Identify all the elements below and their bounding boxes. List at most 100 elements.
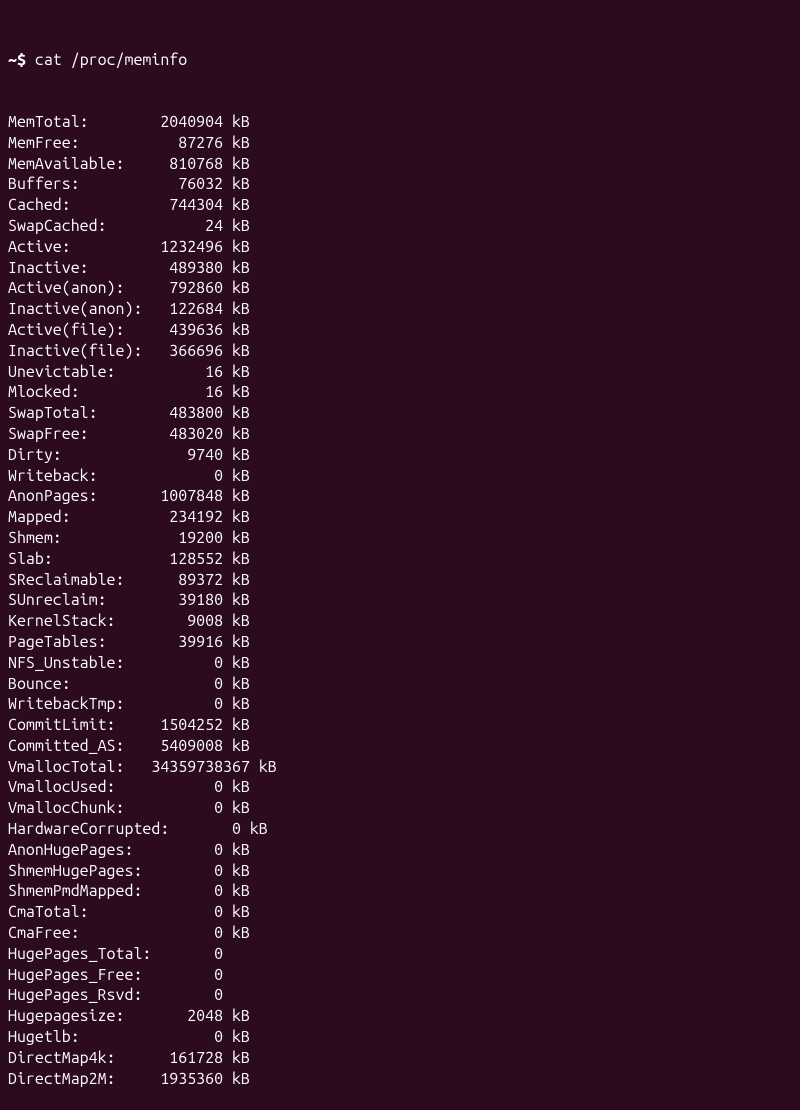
- meminfo-value: 0: [169, 819, 241, 840]
- meminfo-label: Slab:: [8, 549, 151, 570]
- command-text: cat /proc/meminfo: [35, 50, 187, 71]
- meminfo-value: 9740: [151, 445, 223, 466]
- meminfo-value: 1232496: [151, 237, 223, 258]
- shell-prompt: ~$: [8, 50, 26, 71]
- meminfo-label: HugePages_Rsvd:: [8, 985, 151, 1006]
- meminfo-label: Writeback:: [8, 466, 151, 487]
- meminfo-unit: kB: [223, 840, 250, 861]
- meminfo-row: AnonHugePages: 0 kB: [8, 840, 792, 861]
- meminfo-unit: kB: [223, 590, 250, 611]
- meminfo-value: 0: [151, 840, 223, 861]
- meminfo-label: Hugetlb:: [8, 1027, 151, 1048]
- meminfo-row: MemAvailable: 810768 kB: [8, 154, 792, 175]
- meminfo-unit: kB: [223, 507, 250, 528]
- meminfo-value: 489380: [151, 258, 223, 279]
- meminfo-unit: kB: [223, 403, 250, 424]
- meminfo-value: 0: [151, 902, 223, 923]
- meminfo-row: Shmem: 19200 kB: [8, 528, 792, 549]
- meminfo-label: Inactive:: [8, 258, 151, 279]
- meminfo-unit: kB: [223, 466, 250, 487]
- meminfo-unit: kB: [223, 445, 250, 466]
- meminfo-unit: kB: [223, 715, 250, 736]
- meminfo-unit: kB: [223, 881, 250, 902]
- meminfo-value: 0: [151, 798, 223, 819]
- meminfo-unit: kB: [223, 674, 250, 695]
- meminfo-row: Mlocked: 16 kB: [8, 382, 792, 403]
- meminfo-value: 0: [151, 923, 223, 944]
- meminfo-unit: kB: [223, 923, 250, 944]
- meminfo-label: Dirty:: [8, 445, 151, 466]
- meminfo-value: 39180: [151, 590, 223, 611]
- meminfo-unit: kB: [223, 611, 250, 632]
- meminfo-label: PageTables:: [8, 632, 151, 653]
- meminfo-label: Inactive(anon):: [8, 299, 151, 320]
- meminfo-label: Mapped:: [8, 507, 151, 528]
- meminfo-value: 0: [151, 965, 223, 986]
- meminfo-row: MemFree: 87276 kB: [8, 133, 792, 154]
- meminfo-unit: kB: [223, 154, 250, 175]
- meminfo-label: HugePages_Free:: [8, 965, 151, 986]
- meminfo-row: CommitLimit: 1504252 kB: [8, 715, 792, 736]
- meminfo-row: Hugepagesize: 2048 kB: [8, 1006, 792, 1027]
- meminfo-unit: kB: [223, 486, 250, 507]
- meminfo-value: 810768: [151, 154, 223, 175]
- meminfo-label: Cached:: [8, 195, 151, 216]
- meminfo-label: SwapTotal:: [8, 403, 151, 424]
- meminfo-row: Active: 1232496 kB: [8, 237, 792, 258]
- meminfo-label: HardwareCorrupted:: [8, 819, 169, 840]
- meminfo-row: Committed_AS: 5409008 kB: [8, 736, 792, 757]
- meminfo-label: NFS_Unstable:: [8, 653, 151, 674]
- meminfo-label: Mlocked:: [8, 382, 151, 403]
- meminfo-label: Inactive(file):: [8, 341, 151, 362]
- terminal-output[interactable]: ~$ cat /proc/meminfo MemTotal: 2040904 k…: [8, 8, 792, 1110]
- meminfo-label: SwapCached:: [8, 216, 151, 237]
- meminfo-unit: kB: [223, 653, 250, 674]
- meminfo-row: Mapped: 234192 kB: [8, 507, 792, 528]
- meminfo-label: MemAvailable:: [8, 154, 151, 175]
- meminfo-unit: kB: [223, 174, 250, 195]
- meminfo-label: Active:: [8, 237, 151, 258]
- meminfo-row: Inactive(file): 366696 kB: [8, 341, 792, 362]
- meminfo-label: SwapFree:: [8, 424, 151, 445]
- meminfo-value: 0: [151, 985, 223, 1006]
- meminfo-row: VmallocChunk: 0 kB: [8, 798, 792, 819]
- meminfo-value: 0: [151, 653, 223, 674]
- meminfo-row: Hugetlb: 0 kB: [8, 1027, 792, 1048]
- meminfo-row: Slab: 128552 kB: [8, 549, 792, 570]
- meminfo-row: Inactive: 489380 kB: [8, 258, 792, 279]
- meminfo-unit: kB: [250, 757, 277, 778]
- meminfo-unit: kB: [241, 819, 268, 840]
- meminfo-unit: kB: [223, 1027, 250, 1048]
- meminfo-value: 5409008: [151, 736, 223, 757]
- meminfo-unit: kB: [223, 632, 250, 653]
- meminfo-value: 483020: [151, 424, 223, 445]
- meminfo-row: Dirty: 9740 kB: [8, 445, 792, 466]
- meminfo-label: HugePages_Total:: [8, 944, 151, 965]
- meminfo-unit: kB: [223, 278, 250, 299]
- meminfo-row: Cached: 744304 kB: [8, 195, 792, 216]
- meminfo-label: Bounce:: [8, 674, 151, 695]
- meminfo-label: Committed_AS:: [8, 736, 151, 757]
- meminfo-unit: kB: [223, 320, 250, 341]
- meminfo-label: CommitLimit:: [8, 715, 151, 736]
- meminfo-unit: kB: [223, 549, 250, 570]
- meminfo-row: SReclaimable: 89372 kB: [8, 570, 792, 591]
- meminfo-unit: kB: [223, 1006, 250, 1027]
- meminfo-row: KernelStack: 9008 kB: [8, 611, 792, 632]
- meminfo-row: CmaTotal: 0 kB: [8, 902, 792, 923]
- meminfo-value: 0: [151, 466, 223, 487]
- meminfo-value: 366696: [151, 341, 223, 362]
- meminfo-unit: kB: [223, 216, 250, 237]
- meminfo-value: 89372: [151, 570, 223, 591]
- meminfo-row: PageTables: 39916 kB: [8, 632, 792, 653]
- meminfo-row: DirectMap4k: 161728 kB: [8, 1048, 792, 1069]
- meminfo-value: 2040904: [151, 112, 223, 133]
- meminfo-row: AnonPages: 1007848 kB: [8, 486, 792, 507]
- meminfo-unit: kB: [223, 112, 250, 133]
- meminfo-row: HugePages_Rsvd: 0: [8, 985, 792, 1006]
- meminfo-unit: kB: [223, 258, 250, 279]
- meminfo-unit: kB: [223, 195, 250, 216]
- meminfo-row: Buffers: 76032 kB: [8, 174, 792, 195]
- meminfo-row: HugePages_Free: 0: [8, 965, 792, 986]
- meminfo-value: 0: [151, 777, 223, 798]
